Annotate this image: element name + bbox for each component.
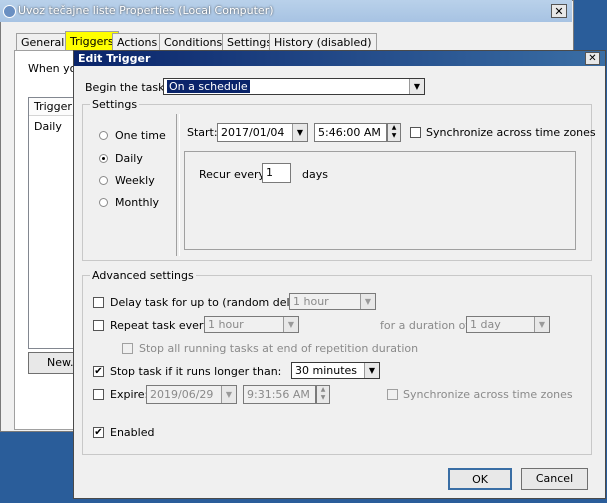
stop-if-longer-value: 30 minutes <box>295 364 358 377</box>
tab-triggers[interactable]: Triggers <box>65 31 119 51</box>
recur-unit-label: days <box>302 168 328 181</box>
properties-title: Uvoz tečajne liste Properties (Local Com… <box>18 4 274 17</box>
advanced-settings-title: Advanced settings <box>90 269 196 282</box>
duration-value: 1 day <box>470 318 501 331</box>
expire-sync-label: Synchronize across time zones <box>403 388 573 401</box>
radio-one-time[interactable] <box>99 131 108 140</box>
expire-sync-checkbox[interactable] <box>387 389 398 400</box>
begin-task-value: On a schedule <box>167 80 250 93</box>
radio-weekly-label: Weekly <box>115 174 155 187</box>
radio-daily-label: Daily <box>115 152 143 165</box>
chevron-down-icon: ▼ <box>221 386 236 403</box>
ok-button[interactable]: OK <box>448 468 512 490</box>
close-icon[interactable]: ✕ <box>551 4 567 18</box>
expire-date-picker[interactable]: 2019/06/29 ▼ <box>146 385 237 404</box>
start-time-field[interactable]: 5:46:00 AM <box>314 123 387 142</box>
begin-task-label: Begin the task: <box>85 81 169 94</box>
sync-timezones-checkbox[interactable] <box>410 127 421 138</box>
dialog-close-icon[interactable]: ✕ <box>585 52 600 65</box>
radio-one-time-label: One time <box>115 129 166 142</box>
enabled-label: Enabled <box>110 426 155 439</box>
radio-weekly[interactable] <box>99 176 108 185</box>
start-label: Start: <box>187 126 218 139</box>
duration-label: for a duration of: <box>380 319 473 332</box>
settings-group-title: Settings <box>90 98 140 111</box>
repeat-task-checkbox[interactable] <box>93 320 104 331</box>
dialog-titlebar[interactable] <box>74 51 605 66</box>
enabled-checkbox[interactable]: ✔ <box>93 427 104 438</box>
tab-actions[interactable]: Actions <box>112 33 163 51</box>
start-date-value: 2017/01/04 <box>221 126 285 139</box>
chevron-down-icon: ▼ <box>292 124 307 141</box>
triggers-description: When yo <box>28 62 77 75</box>
list-item[interactable]: Daily <box>34 120 62 133</box>
chevron-down-icon: ▼ <box>534 317 549 332</box>
repeat-select[interactable]: 1 hour ▼ <box>204 316 299 333</box>
task-scheduler-icon <box>3 5 16 18</box>
stop-running-tasks-label: Stop all running tasks at end of repetit… <box>139 342 419 355</box>
delay-task-checkbox[interactable] <box>93 297 104 308</box>
expire-time-field[interactable]: 9:31:56 AM <box>243 385 316 404</box>
settings-divider <box>176 114 180 256</box>
delay-task-label: Delay task for up to (random delay): <box>110 296 311 309</box>
repeat-task-label: Repeat task every: <box>110 319 213 332</box>
cancel-button[interactable]: Cancel <box>521 468 588 490</box>
sync-timezones-label: Synchronize across time zones <box>426 126 596 139</box>
recur-every-input[interactable]: 1 <box>262 163 291 183</box>
repeat-value: 1 hour <box>208 318 244 331</box>
delay-value: 1 hour <box>293 295 329 308</box>
list-column-header[interactable]: Trigger <box>29 98 77 116</box>
begin-task-select[interactable]: On a schedule ▼ <box>163 78 425 95</box>
delay-select[interactable]: 1 hour ▼ <box>289 293 376 310</box>
stop-if-longer-checkbox[interactable]: ✔ <box>93 366 104 377</box>
start-date-picker[interactable]: 2017/01/04 ▼ <box>217 123 308 142</box>
start-time-spinner[interactable]: ▲ ▼ <box>387 123 401 142</box>
dialog-title: Edit Trigger <box>78 52 151 65</box>
chevron-down-icon: ▼ <box>360 294 375 309</box>
expire-date-value: 2019/06/29 <box>150 388 214 401</box>
radio-daily[interactable] <box>99 154 108 163</box>
recur-every-label: Recur every: <box>199 168 268 181</box>
tab-history[interactable]: History (disabled) <box>269 33 377 51</box>
recurrence-panel <box>184 151 576 250</box>
expire-label: Expire: <box>110 388 149 401</box>
duration-select[interactable]: 1 day ▼ <box>466 316 550 333</box>
chevron-down-icon: ▼ <box>409 79 424 94</box>
chevron-down-icon: ▼ <box>283 317 298 332</box>
radio-monthly-label: Monthly <box>115 196 160 209</box>
expire-checkbox[interactable] <box>93 389 104 400</box>
radio-monthly[interactable] <box>99 198 108 207</box>
stop-running-tasks-checkbox[interactable] <box>122 343 133 354</box>
tab-general[interactable]: General <box>16 33 70 51</box>
expire-time-spinner[interactable]: ▲ ▼ <box>316 385 330 404</box>
chevron-down-icon: ▼ <box>364 363 379 378</box>
stop-if-longer-label: Stop task if it runs longer than: <box>110 365 282 378</box>
tab-conditions[interactable]: Conditions <box>159 33 228 51</box>
stop-if-longer-select[interactable]: 30 minutes ▼ <box>291 362 380 379</box>
